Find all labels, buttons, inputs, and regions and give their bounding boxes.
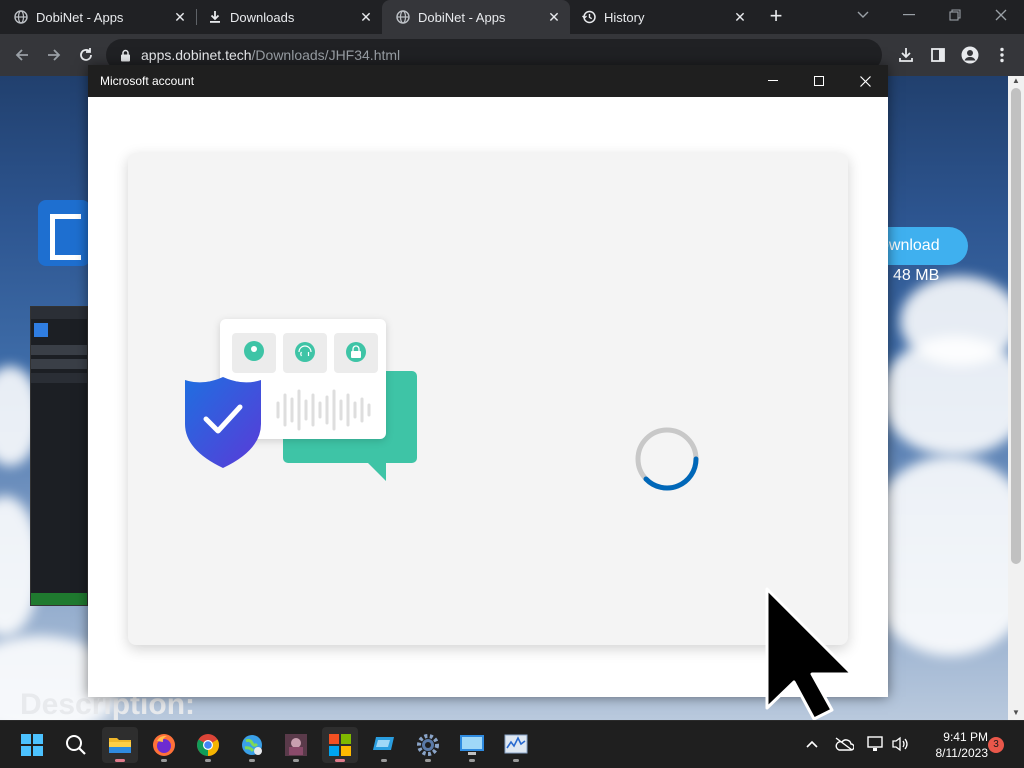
thumbnail-row [31,345,87,355]
sign-in-card [128,153,848,645]
menu-icon[interactable] [989,42,1015,68]
history-icon [582,10,596,24]
mouse-cursor-icon [765,587,854,721]
loading-spinner-icon [635,427,699,491]
url-path: /Downloads/JHF34.html [251,47,401,63]
running-indicator [205,759,211,762]
chrome-icon[interactable] [190,727,226,763]
remote-desktop-icon[interactable] [454,727,490,763]
new-tab-button[interactable]: + [763,5,789,29]
tab-title: History [604,9,645,25]
settings-icon[interactable] [410,727,446,763]
tab-search-icon[interactable] [840,0,886,30]
back-button[interactable] [9,42,35,68]
active-indicator [115,759,125,762]
running-indicator [469,759,475,762]
network-icon[interactable] [866,734,886,754]
media-app-icon[interactable] [278,727,314,763]
side-panel-icon[interactable] [925,42,951,68]
thumbnail-row [31,373,87,383]
lock-icon[interactable] [120,49,131,62]
tab-close-icon[interactable]: ✕ [356,7,376,27]
volume-icon[interactable] [890,734,910,754]
notification-badge[interactable]: 3 [988,737,1004,753]
tab-dobinet-apps-active[interactable]: DobiNet - Apps ✕ [382,0,570,34]
profile-icon[interactable] [957,42,983,68]
onedrive-icon[interactable] [834,734,854,754]
tab-title: DobiNet - Apps [36,9,124,25]
restore-icon[interactable] [932,0,978,30]
minimize-icon[interactable] [886,0,932,30]
thumbnail-row [31,359,87,369]
dialog-maximize-icon[interactable] [796,65,842,97]
tab-close-icon[interactable]: ✕ [544,7,564,27]
clock-date: 8/11/2023 [935,746,989,760]
globe-app-icon[interactable] [234,727,270,763]
show-hidden-icons-icon[interactable] [802,734,822,754]
thumbnail-status-bar [31,593,87,605]
scrollbar-thumb[interactable] [1011,88,1021,564]
app-screenshot-thumbnail [30,306,88,606]
running-indicator [293,759,299,762]
tab-downloads[interactable]: Downloads ✕ [196,0,382,34]
running-indicator [249,759,255,762]
download-icon [208,10,222,24]
thumbnail-titlebar [31,307,87,319]
tab-history[interactable]: History ✕ [570,0,756,34]
app-logo [38,200,90,266]
search-icon[interactable] [58,727,94,763]
active-indicator [335,759,345,762]
microsoft-store-icon[interactable] [322,727,358,763]
clock-time: 9:41 PM [943,730,988,744]
close-window-icon[interactable] [978,0,1024,30]
running-indicator [513,759,519,762]
page-scrollbar[interactable]: ▲ ▼ [1008,76,1024,720]
scroll-down-icon[interactable]: ▼ [1011,708,1021,718]
taskbar: 9:41 PM 8/11/2023 3 [0,720,1024,768]
tab-title: Downloads [230,9,295,25]
tab-dobinet-apps-1[interactable]: DobiNet - Apps ✕ [0,0,196,34]
disk-app-icon[interactable] [366,727,402,763]
forward-button[interactable] [41,42,67,68]
firefox-icon[interactable] [146,727,182,763]
downloads-icon[interactable] [893,42,919,68]
start-icon[interactable] [14,727,50,763]
running-indicator [381,759,387,762]
globe-icon [396,10,410,24]
running-indicator [161,759,167,762]
resource-monitor-icon[interactable] [498,727,534,763]
tab-close-icon[interactable]: ✕ [170,7,190,27]
dialog-close-icon[interactable] [842,65,888,97]
download-size: 48 MB [893,267,940,284]
thumbnail-add-icon [34,323,48,337]
tab-close-icon[interactable]: ✕ [730,7,750,27]
tab-title: DobiNet - Apps [418,9,506,25]
system-clock[interactable]: 9:41 PM 8/11/2023 [918,729,989,761]
url-host: apps.dobinet.tech [141,47,252,63]
globe-icon [14,10,28,24]
cloud [900,276,1008,366]
tab-strip: DobiNet - Apps ✕ Downloads ✕ DobiNet - A… [0,0,1024,34]
file-explorer-icon[interactable] [102,727,138,763]
running-indicator [425,759,431,762]
security-illustration [185,319,417,481]
dialog-minimize-icon[interactable] [750,65,796,97]
scroll-up-icon[interactable]: ▲ [1011,76,1021,86]
